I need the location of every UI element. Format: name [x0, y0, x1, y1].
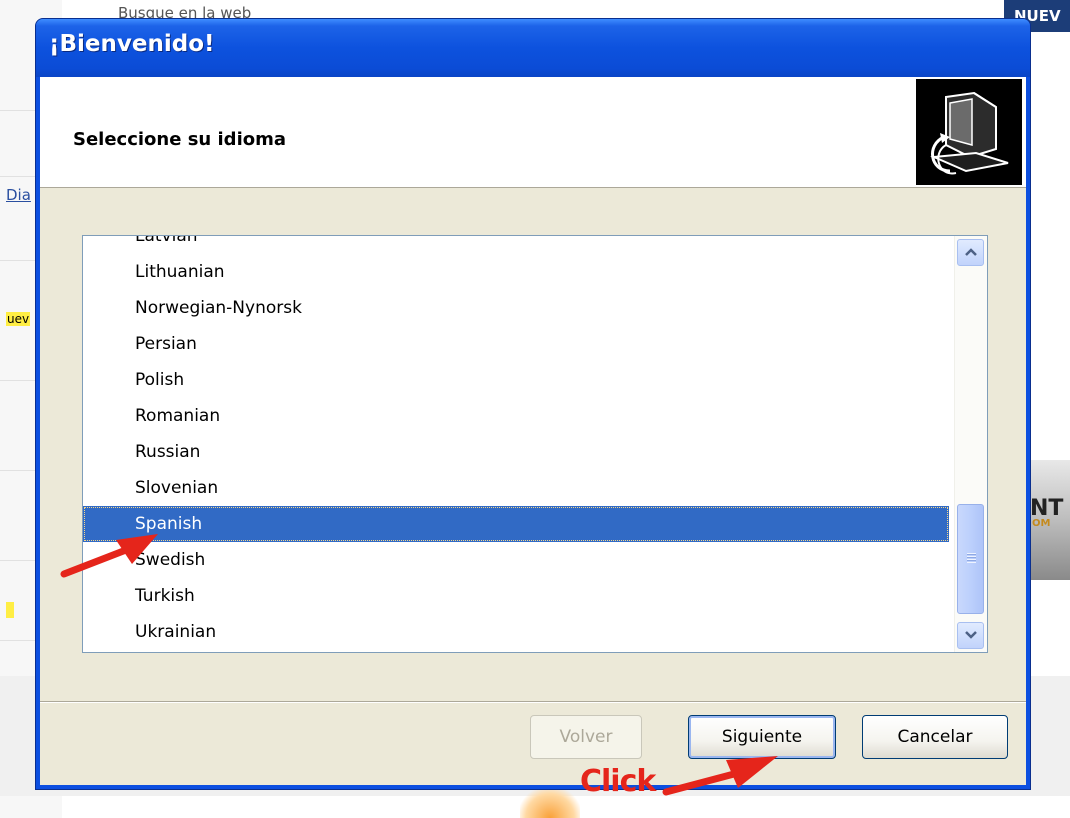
- cancel-button[interactable]: Cancelar: [862, 715, 1008, 759]
- chevron-up-icon: [965, 248, 977, 256]
- language-list-item[interactable]: Russian: [83, 434, 949, 470]
- language-list-item[interactable]: Slovenian: [83, 470, 949, 506]
- language-list-item[interactable]: Persian: [83, 326, 949, 362]
- computer-setup-icon: [916, 79, 1022, 185]
- background-highlight: uev: [6, 312, 31, 326]
- back-button[interactable]: Volver: [530, 715, 642, 759]
- welcome-dialog: ¡Bienvenido! Seleccione su idioma Latvia…: [35, 18, 1031, 790]
- language-list-item[interactable]: Swedish: [83, 542, 949, 578]
- scroll-down-button[interactable]: [957, 622, 984, 649]
- click-annotation: Click: [580, 764, 656, 799]
- grip-icon: [967, 553, 976, 563]
- background-logo: NT OM: [1030, 460, 1070, 580]
- scroll-up-button[interactable]: [957, 239, 984, 266]
- background-highlight-block: [6, 602, 14, 618]
- header-title: Seleccione su idioma: [73, 129, 287, 150]
- language-list-item[interactable]: Latvian: [83, 236, 949, 254]
- title-bar[interactable]: ¡Bienvenido!: [36, 19, 1030, 77]
- language-list-item[interactable]: Spanish: [83, 506, 949, 542]
- chevron-down-icon: [965, 631, 977, 639]
- dialog-body: Seleccione su idioma Latvian Lithuanian …: [40, 77, 1026, 785]
- header-panel: Seleccione su idioma: [40, 77, 1026, 188]
- language-list-item[interactable]: Turkish: [83, 578, 949, 614]
- language-list-item[interactable]: Polish: [83, 362, 949, 398]
- scroll-thumb[interactable]: [957, 504, 984, 614]
- language-list-item[interactable]: Ukrainian: [83, 614, 949, 650]
- background-logo-subtext: OM: [1032, 518, 1051, 529]
- background-orange-glow: [520, 786, 580, 818]
- language-listbox[interactable]: Latvian Lithuanian Norwegian-Nynorsk Persia…: [82, 235, 988, 653]
- scrollbar[interactable]: [954, 236, 987, 652]
- next-button[interactable]: Siguiente: [688, 715, 836, 759]
- language-list-item[interactable]: Lithuanian: [83, 254, 949, 290]
- language-list-item[interactable]: Norwegian-Nynorsk: [83, 290, 949, 326]
- language-list: Latvian Lithuanian Norwegian-Nynorsk Persia…: [83, 236, 949, 650]
- dialog-title: ¡Bienvenido!: [49, 31, 215, 57]
- language-list-item[interactable]: Romanian: [83, 398, 949, 434]
- background-link[interactable]: Dia: [6, 186, 31, 204]
- footer-divider: [40, 701, 1026, 703]
